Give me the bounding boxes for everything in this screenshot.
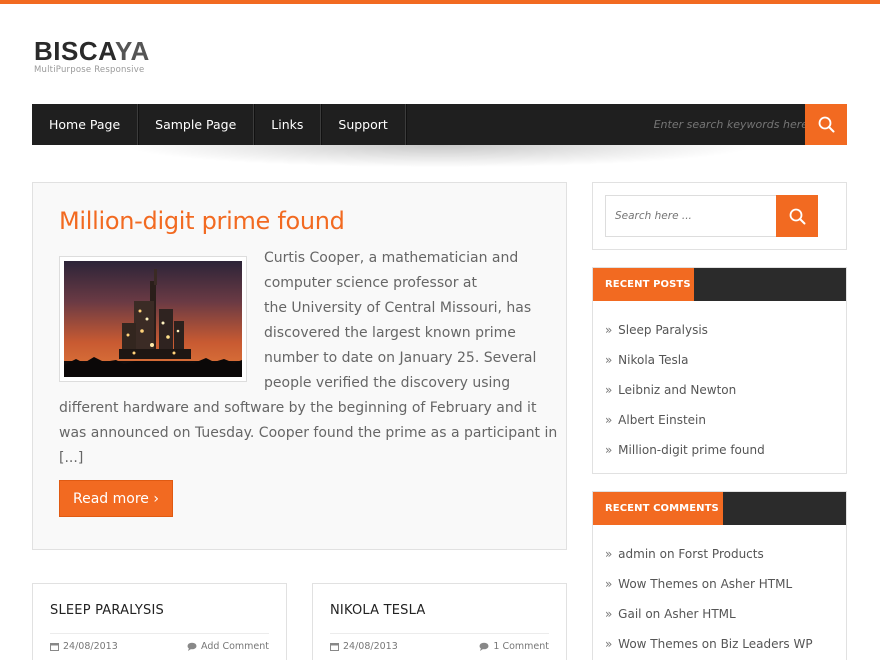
- recent-comment-item: » Wow Themes on Asher HTML: [605, 577, 793, 591]
- main-navigation: Home Page Sample Page Links Support: [32, 104, 847, 145]
- post-card-comments: 1 Comment: [493, 641, 549, 652]
- comment-author-link[interactable]: Gail: [618, 607, 641, 621]
- post-card-comments-link[interactable]: Add Comment: [187, 641, 269, 652]
- recent-comment-item: » admin on Forst Products: [605, 547, 764, 561]
- sidebar-search-input[interactable]: [605, 195, 777, 237]
- recent-post-label: Nikola Tesla: [618, 353, 689, 367]
- comment-on-text: on: [701, 577, 717, 591]
- featured-post-thumbnail[interactable]: [59, 256, 247, 382]
- sidebar-search-button[interactable]: [776, 195, 818, 237]
- post-card: NIKOLA TESLA 24/08/2013 1 Comment: [312, 583, 567, 660]
- calendar-icon: [50, 643, 59, 651]
- recent-posts-widget: RECENT POSTS » Sleep Paralysis » Nikola …: [592, 267, 847, 474]
- recent-comment-item: » Gail on Asher HTML: [605, 607, 736, 621]
- featured-post: Million-digit prime found Curtis Cooper,…: [32, 182, 567, 550]
- site-title-main: BISCA: [34, 36, 116, 66]
- post-card-comments-link[interactable]: 1 Comment: [479, 641, 549, 652]
- post-card-date: 24/08/2013: [343, 641, 398, 652]
- comment-post-link[interactable]: Asher HTML: [721, 577, 793, 591]
- comment-icon: [479, 642, 489, 651]
- search-icon: [789, 208, 805, 224]
- read-more-button[interactable]: Read more ›: [59, 480, 173, 517]
- site-tagline: MultiPurpose Responsive: [34, 65, 145, 75]
- comment-on-text: on: [701, 637, 717, 651]
- recent-comments-heading: RECENT COMMENTS: [593, 492, 723, 525]
- top-accent-bar: [0, 0, 880, 4]
- sidebar-search-widget: [592, 182, 847, 250]
- recent-post-label: Million-digit prime found: [618, 443, 765, 457]
- comment-post-link[interactable]: Biz Leaders WP: [721, 637, 813, 651]
- search-icon: [818, 116, 834, 133]
- widget-header: RECENT POSTS: [593, 268, 846, 301]
- excerpt-line: different hardware and software by the b…: [59, 400, 537, 416]
- post-card-meta: 24/08/2013 1 Comment: [330, 633, 549, 657]
- nav-item-home-page[interactable]: Home Page: [32, 104, 139, 145]
- recent-comment-item: » Wow Themes on Biz Leaders WP: [605, 637, 813, 651]
- nav-item-links[interactable]: Links: [254, 104, 322, 145]
- nav-search-input[interactable]: [642, 104, 822, 145]
- nav-item-sample-page[interactable]: Sample Page: [138, 104, 255, 145]
- comment-post-link[interactable]: Forst Products: [678, 547, 763, 561]
- comment-on-text: on: [645, 607, 661, 621]
- featured-post-title[interactable]: Million-digit prime found: [59, 207, 345, 235]
- site-logo[interactable]: BISCAYA MultiPurpose Responsive: [34, 38, 150, 75]
- recent-post-link[interactable]: » Leibniz and Newton: [605, 375, 846, 405]
- excerpt-line: was announced on Tuesday. Cooper found t…: [59, 425, 558, 441]
- comment-post-link[interactable]: Asher HTML: [664, 607, 736, 621]
- recent-post-link[interactable]: » Sleep Paralysis: [605, 315, 846, 345]
- post-card-comments: Add Comment: [201, 641, 269, 652]
- site-title-accent: YA: [115, 36, 150, 66]
- nav-shadow: [130, 145, 750, 167]
- recent-post-link[interactable]: » Nikola Tesla: [605, 345, 846, 375]
- launch-pad-image: [64, 261, 242, 377]
- comment-author-link[interactable]: Wow Themes: [618, 637, 698, 651]
- post-card-title[interactable]: SLEEP PARALYSIS: [50, 603, 164, 618]
- recent-post-label: Sleep Paralysis: [618, 323, 708, 337]
- recent-comments-widget: RECENT COMMENTS » admin on Forst Product…: [592, 491, 847, 660]
- comment-icon: [187, 642, 197, 651]
- nav-item-support[interactable]: Support: [321, 104, 406, 145]
- recent-post-label: Albert Einstein: [618, 413, 706, 427]
- calendar-icon: [330, 643, 339, 651]
- comment-author-link[interactable]: admin: [618, 547, 656, 561]
- recent-post-link[interactable]: » Million-digit prime found: [605, 435, 846, 465]
- post-card-meta: 24/08/2013 Add Comment: [50, 633, 269, 657]
- site-title: BISCAYA: [34, 38, 150, 64]
- post-card: SLEEP PARALYSIS 24/08/2013 Add Comment: [32, 583, 287, 660]
- recent-posts-heading: RECENT POSTS: [593, 268, 694, 301]
- recent-post-link[interactable]: » Albert Einstein: [605, 405, 846, 435]
- comment-author-link[interactable]: Wow Themes: [618, 577, 698, 591]
- recent-post-label: Leibniz and Newton: [618, 383, 737, 397]
- post-card-title[interactable]: NIKOLA TESLA: [330, 603, 425, 618]
- excerpt-line: [...]: [59, 450, 84, 466]
- widget-header: RECENT COMMENTS: [593, 492, 846, 525]
- comment-on-text: on: [659, 547, 675, 561]
- nav-search-button[interactable]: [805, 104, 847, 145]
- post-card-date: 24/08/2013: [63, 641, 118, 652]
